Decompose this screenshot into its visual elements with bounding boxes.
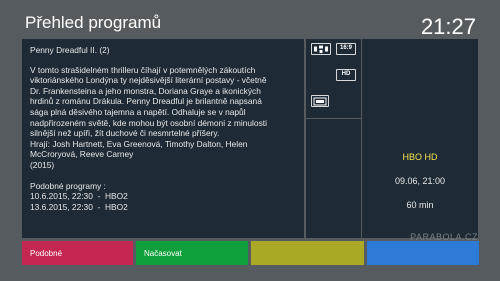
similar-program-item[interactable]: 10.6.2015, 22:30 - HBO2 — [30, 191, 296, 202]
hd-icon: HD — [336, 69, 356, 81]
page-title: Přehled programů — [25, 13, 162, 32]
description-line: nadpřirozeném světě, kde mohou být osobn… — [30, 117, 267, 128]
description-line: viktoriánského Londýna ty nejděsivější l… — [30, 75, 267, 86]
description-line: Dr. Frankensteina a jeho monstra, Dorian… — [30, 85, 261, 96]
similar-programs-label: Podobné programy : — [30, 180, 106, 191]
program-detail-panel: Penny Dreadful II. (2) V tomto strašidel… — [22, 39, 304, 238]
aspect-16-9-icon: 16:9 — [336, 43, 356, 55]
similar-program-item[interactable]: 13.6.2015, 22:30 - HBO2 — [30, 202, 296, 213]
channel-name: HBO HD — [402, 152, 438, 162]
similar-programs: Podobné programy : 10.6.2015, 22:30 - HB… — [30, 181, 296, 213]
clock: 21:27 — [420, 14, 476, 39]
green-button-schedule[interactable]: Načasovat — [136, 241, 248, 265]
cast-line: McCroryová, Reeve Carney — [30, 149, 134, 160]
teletext-icon — [311, 95, 329, 107]
yellow-button[interactable] — [251, 241, 364, 265]
program-year: (2015) — [30, 159, 55, 170]
description-line: silnější než upíři, žít duchové či nesmr… — [30, 128, 220, 139]
program-title: Penny Dreadful II. (2) — [30, 45, 110, 55]
red-button-similar[interactable]: Podobné — [22, 241, 133, 265]
blue-button[interactable] — [367, 241, 479, 265]
air-datetime: 09.06, 21:00 — [394, 176, 446, 186]
program-description: V tomto strašidelném thrilleru číhají v … — [30, 65, 296, 139]
spacer-panel — [306, 119, 361, 238]
duration: 60 min — [406, 200, 434, 210]
surround-sound-icon — [311, 43, 331, 55]
description-line: hrdinů z románu Drákula. Penny Dreadful … — [30, 96, 262, 107]
description-line: sága plná děsivého tajemna a napětí. Odh… — [30, 106, 246, 117]
description-line: V tomto strašidelném thrilleru číhají v … — [30, 64, 256, 75]
cast-line: Hrají: Josh Hartnett, Eva Greenová, Timo… — [30, 138, 248, 149]
